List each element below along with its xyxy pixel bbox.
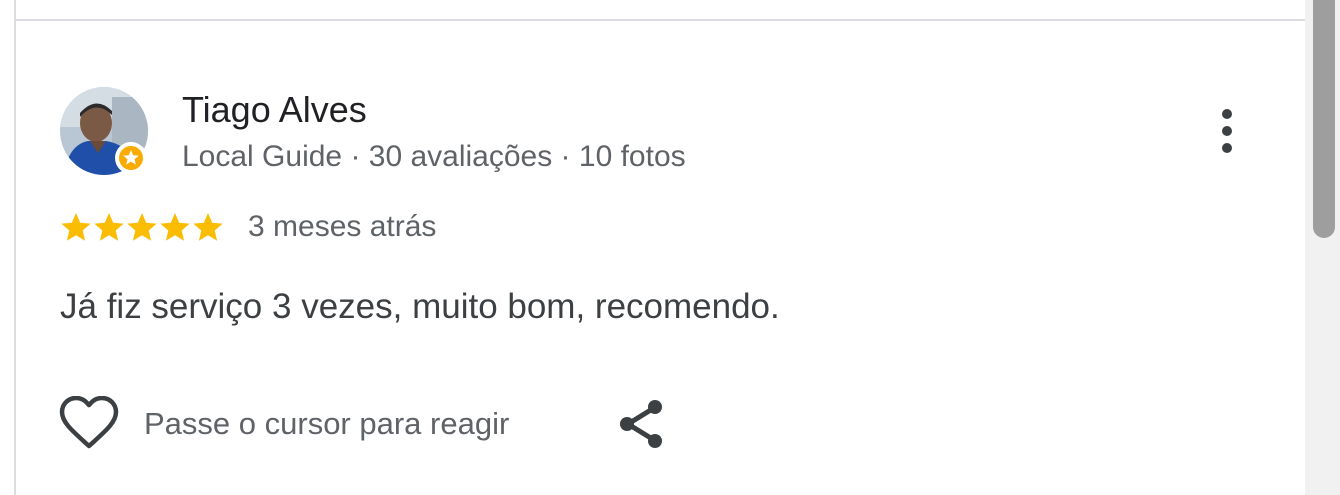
review-text: Já fiz serviço 3 vezes, muito bom, recom… — [60, 287, 780, 326]
card-left-border — [14, 0, 16, 495]
react-hint-label: Passe o cursor para reagir — [144, 406, 510, 441]
author-name[interactable]: Tiago Alves — [182, 89, 367, 131]
star-rating — [60, 210, 225, 246]
scrollbar-thumb[interactable] — [1313, 0, 1335, 238]
share-icon — [620, 400, 662, 448]
star-icon — [160, 213, 190, 241]
local-guide-badge-icon — [115, 142, 147, 174]
like-button[interactable] — [58, 395, 120, 452]
star-icon — [94, 213, 124, 241]
star-icon — [61, 213, 91, 241]
more-vert-icon — [1222, 109, 1232, 153]
review-card: Tiago Alves Local Guide · 30 avaliações … — [0, 0, 1340, 495]
star-icon — [193, 213, 223, 241]
section-divider — [14, 19, 1305, 21]
heart-outline-icon — [59, 395, 119, 449]
review-date: 3 meses atrás — [248, 210, 437, 243]
share-button[interactable] — [616, 398, 668, 450]
more-options-button[interactable] — [1206, 102, 1250, 160]
star-icon — [127, 213, 157, 241]
author-meta[interactable]: Local Guide · 30 avaliações · 10 fotos — [182, 140, 686, 174]
